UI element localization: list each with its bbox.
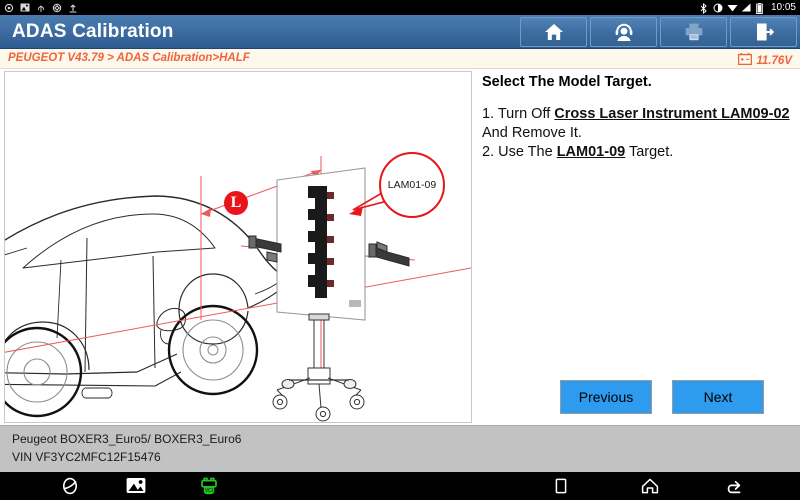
gallery-image-icon[interactable] (125, 476, 147, 496)
vehicle-info-bar: Peugeot BOXER3_Euro5/ BOXER3_Euro6 VIN V… (0, 425, 800, 472)
vci-connector-icon[interactable]: VCI (198, 476, 220, 496)
step2-suffix: Target. (625, 144, 674, 160)
brightness-icon (713, 3, 723, 13)
voltage-value: 11.76V (756, 55, 792, 67)
front-wheel (167, 304, 259, 396)
adas-calibration-screen: 10:05 ADAS Calibration PEUGEOT V43.79 > … (0, 0, 800, 500)
target-callout-bubble: LAM01-09 (379, 152, 445, 218)
android-nav-bar: VCI (0, 472, 800, 500)
instruction-step-2: 2. Use The LAM01-09 Target. (482, 143, 794, 162)
diagram-panel: L LAM01-09 (4, 71, 472, 423)
callout-label: LAM01-09 (387, 179, 437, 191)
back-arrow-icon[interactable] (723, 476, 745, 496)
left-distance-marker: L (224, 191, 248, 215)
app-title-bar: ADAS Calibration (0, 15, 800, 49)
battery-icon (755, 2, 765, 14)
instruction-panel: Select The Model Target. 1. Turn Off Cro… (476, 69, 800, 425)
exit-button[interactable] (730, 17, 797, 47)
step1-emphasis: Cross Laser Instrument LAM09-02 (554, 106, 790, 122)
diagram-svg (5, 156, 471, 422)
instruction-step-1: 1. Turn Off Cross Laser Instrument LAM09… (482, 105, 794, 143)
vehicle-vin: VIN VF3YC2MFC12F15476 (12, 450, 161, 464)
android-status-bar: 10:05 (0, 0, 800, 15)
print-button[interactable] (660, 17, 727, 47)
breadcrumb-bar: PEUGEOT V43.79 > ADAS Calibration>HALF 1… (0, 49, 800, 69)
upload-icon (68, 3, 78, 13)
battery-voltage-indicator: 11.76V (738, 52, 792, 70)
step1-prefix: 1. Turn Off (482, 106, 555, 122)
previous-button[interactable]: Previous (560, 380, 652, 414)
step1-suffix: And Remove It. (482, 125, 582, 141)
breadcrumb: PEUGEOT V43.79 > ADAS Calibration>HALF (8, 52, 250, 64)
car-battery-icon (738, 52, 753, 70)
svg-text:VCI: VCI (205, 488, 213, 494)
screenshot-icon (20, 3, 30, 13)
instruction-steps: 1. Turn Off Cross Laser Instrument LAM09… (482, 105, 794, 162)
rear-wheel (5, 326, 83, 418)
adas-calibration-diagram: L LAM01-09 (5, 72, 471, 422)
navigation-buttons: Previous Next (560, 380, 764, 414)
settings-icon (52, 3, 62, 13)
step2-emphasis: LAM01-09 (556, 144, 626, 160)
page-title: ADAS Calibration (12, 21, 174, 42)
home-icon[interactable] (639, 476, 661, 496)
sync-icon (4, 3, 14, 13)
home-icon (543, 22, 565, 42)
wifi-icon (727, 3, 738, 13)
printer-icon (683, 22, 705, 42)
step2-prefix: 2. Use The (482, 144, 557, 160)
browser-icon[interactable] (59, 476, 81, 496)
status-bar-left-icons (4, 3, 78, 13)
main-content: L LAM01-09 Select The Model Target. 1. T… (0, 69, 800, 425)
calibration-target-board (276, 167, 366, 321)
vehicle-model: Peugeot BOXER3_Euro5/ BOXER3_Euro6 (12, 432, 242, 446)
status-bar-right-icons: 10:05 (699, 2, 796, 14)
bluetooth-icon (699, 2, 709, 14)
instruction-heading: Select The Model Target. (482, 74, 652, 90)
status-bar-clock: 10:05 (770, 2, 796, 13)
recents-square-icon[interactable] (551, 476, 573, 496)
signal-icon (741, 3, 751, 13)
support-button[interactable] (590, 17, 657, 47)
headset-person-icon (613, 22, 635, 42)
usb-icon (36, 3, 46, 13)
home-button[interactable] (520, 17, 587, 47)
cross-laser-instrument-right (368, 241, 410, 267)
exit-door-icon (753, 22, 775, 42)
next-button[interactable]: Next (672, 380, 764, 414)
tripod-stand (272, 313, 365, 422)
toolbar-buttons (520, 17, 797, 47)
vehicle-line-art (5, 195, 292, 399)
